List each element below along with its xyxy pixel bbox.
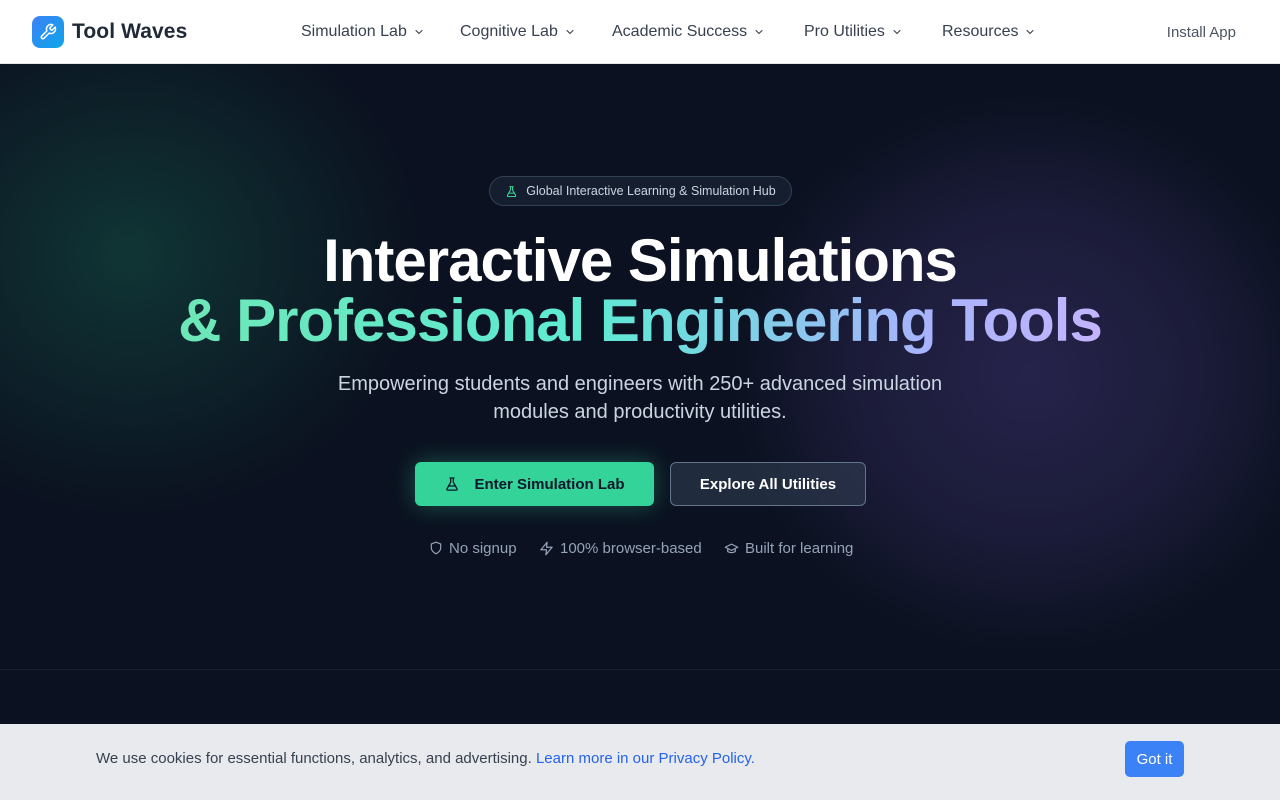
brand-name: Tool Waves (72, 20, 188, 43)
nav-label: Academic Success (612, 23, 748, 40)
nav-label: Simulation Lab (301, 23, 407, 40)
nav-label: Cognitive Lab (460, 23, 558, 40)
hero-section: Global Interactive Learning & Simulation… (0, 64, 1280, 670)
hero-features: No signup 100% browser-based Built for l… (0, 538, 1280, 558)
nav-cognitive-lab[interactable]: Cognitive Lab (460, 0, 576, 64)
chevron-down-icon (413, 26, 425, 38)
feature-label: No signup (449, 539, 517, 557)
nav-pro-utilities[interactable]: Pro Utilities (804, 0, 903, 64)
brand-link[interactable]: Tool Waves (32, 16, 187, 48)
hero-title-line-2: & Professional Engineering Tools (0, 286, 1280, 356)
hero-subtitle-line-2: modules and productivity utilities. (493, 401, 787, 423)
nav-simulation-lab[interactable]: Simulation Lab (301, 0, 425, 64)
nav-resources[interactable]: Resources (942, 0, 1036, 64)
install-app-button[interactable]: Install App (1167, 0, 1236, 64)
hero-badge-text: Global Interactive Learning & Simulation… (526, 184, 776, 198)
cookie-consent-bar: We use cookies for essential functions, … (0, 724, 1280, 800)
shield-icon (429, 541, 443, 555)
graduation-cap-icon (724, 541, 739, 556)
feature-label: 100% browser-based (560, 539, 702, 557)
flask-icon (505, 185, 518, 198)
nav-academic-success[interactable]: Academic Success (612, 0, 765, 64)
explore-all-utilities-button[interactable]: Explore All Utilities (670, 462, 866, 506)
feature-browser-based: 100% browser-based (539, 538, 702, 558)
enter-simulation-lab-button[interactable]: Enter Simulation Lab (415, 462, 654, 506)
chevron-down-icon (753, 26, 765, 38)
wrench-icon (32, 16, 64, 48)
nav-label: Resources (942, 23, 1019, 40)
hero-title-gradient-text: & Professional Engineering Tools (178, 287, 1103, 354)
hero-subtitle: Empowering students and engineers with 2… (300, 370, 980, 426)
chevron-down-icon (891, 26, 903, 38)
chevron-down-icon (1024, 26, 1036, 38)
privacy-policy-link[interactable]: Learn more in our Privacy Policy. (536, 750, 755, 767)
lightning-icon (539, 541, 554, 556)
cookie-message: We use cookies for essential functions, … (96, 749, 755, 769)
nav-label: Pro Utilities (804, 23, 885, 40)
top-navbar: Tool Waves Simulation Lab Cognitive Lab … (0, 0, 1280, 64)
feature-built-for-learning: Built for learning (724, 538, 853, 558)
hero-badge: Global Interactive Learning & Simulation… (489, 176, 792, 206)
button-label: Explore All Utilities (699, 475, 837, 493)
feature-no-signup: No signup (429, 538, 517, 558)
feature-label: Built for learning (745, 539, 854, 557)
cookie-accept-button[interactable]: Got it (1125, 741, 1184, 777)
cookie-text: We use cookies for essential functions, … (96, 750, 532, 767)
chevron-down-icon (564, 26, 576, 38)
button-label: Enter Simulation Lab (474, 475, 625, 493)
flask-icon (444, 476, 460, 492)
hero-subtitle-line-1: Empowering students and engineers with 2… (337, 373, 943, 395)
